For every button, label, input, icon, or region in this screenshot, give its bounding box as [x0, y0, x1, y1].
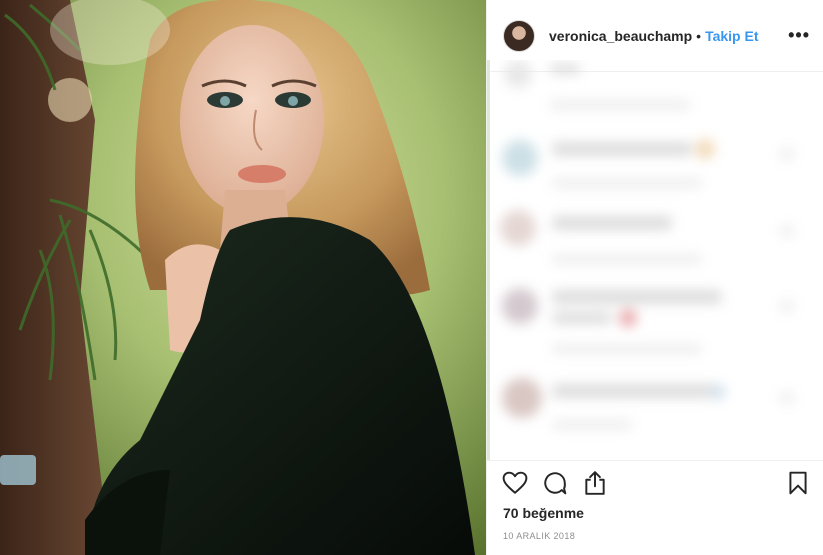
comment-icon[interactable] [542, 470, 568, 496]
post-date: 10 ARALIK 2018 [503, 531, 576, 541]
blurred-comments [500, 60, 794, 430]
heart-icon[interactable] [502, 470, 528, 496]
separator-dot: • [696, 27, 702, 44]
comments-list[interactable] [487, 60, 823, 460]
post-actions: 70 beğenme 10 ARALIK 2018 [487, 460, 823, 555]
bookmark-icon[interactable] [785, 470, 811, 496]
follow-button[interactable]: Takip Et [705, 28, 758, 44]
post-photo[interactable] [0, 0, 486, 555]
post-sidebar: veronica_beauchamp • Takip Et ••• 70 beğ… [486, 0, 823, 555]
more-options-icon[interactable]: ••• [788, 25, 810, 46]
username-link[interactable]: veronica_beauchamp [549, 28, 692, 44]
likes-count[interactable]: 70 beğenme [503, 505, 584, 521]
share-icon[interactable] [582, 470, 608, 496]
avatar[interactable] [503, 19, 535, 52]
post-photo-illustration [0, 0, 486, 555]
